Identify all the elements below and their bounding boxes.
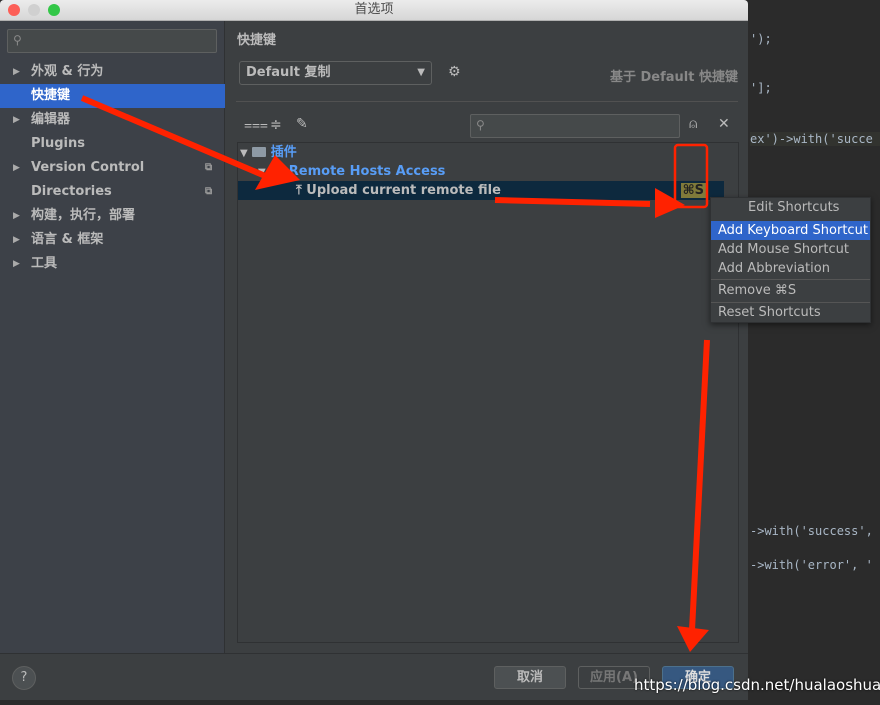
preferences-dialog: 首选项 ⚲ ▶ 外观 & 行为 快捷键 ▶ 编辑器 Plugins ▶ Version… (0, 0, 748, 700)
cancel-button[interactable]: 取消 (494, 666, 566, 689)
project-settings-icon: ⧉ (205, 186, 213, 197)
sidebar-item-editor[interactable]: ▶ 编辑器 (0, 108, 225, 132)
clear-filter-icon[interactable]: ✕ (718, 116, 730, 132)
gear-icon[interactable]: ⚙ (448, 64, 461, 80)
expand-arrow-icon: ▶ (13, 235, 20, 245)
minimize-window-button[interactable] (28, 4, 40, 16)
menu-header: Edit Shortcuts (748, 200, 840, 215)
collapse-all-icon[interactable]: ≑ (270, 117, 282, 133)
zoom-window-button[interactable] (48, 4, 60, 16)
tree-node-upload-action[interactable]: ⤒ Upload current remote file ⌘S (238, 181, 724, 200)
page-title: 快捷键 (237, 33, 277, 48)
sidebar-item-build[interactable]: ▶ 构建，执行，部署 (0, 204, 225, 228)
expand-arrow-icon: ▶ (13, 211, 20, 221)
menu-separator (711, 279, 870, 280)
code-line: ->with('success', (750, 524, 873, 538)
collapse-arrow-icon: ▼ (258, 167, 266, 178)
find-by-shortcut-icon[interactable]: ⍝ (689, 116, 697, 132)
expand-arrow-icon: ▶ (13, 115, 20, 125)
context-menu: Edit Shortcuts Add Keyboard Shortcut Add… (710, 197, 871, 323)
menu-item-reset-shortcuts[interactable]: Reset Shortcuts (711, 303, 870, 322)
watermark: https://blog.csdn.net/hualaoshuan (634, 676, 880, 694)
project-settings-icon: ⧉ (205, 162, 213, 173)
help-button[interactable]: ? (12, 666, 36, 690)
search-icon: ⚲ (476, 118, 485, 132)
action-search-input[interactable]: ⚲ (470, 114, 680, 138)
chevron-down-icon: ▼ (417, 67, 425, 78)
sidebar-item-directories[interactable]: Directories ⧉ (0, 180, 225, 204)
code-editor-background: '); ']; ex')->with('succe ->with('succes… (748, 0, 880, 705)
expand-all-icon[interactable]: ⩶ (244, 117, 268, 133)
expand-arrow-icon: ▶ (13, 259, 20, 269)
edit-pencil-icon[interactable]: ✎ (296, 116, 308, 132)
sidebar-item-version-control[interactable]: ▶ Version Control ⧉ (0, 156, 225, 180)
tree-node-plugins[interactable]: ▼ 插件 (238, 143, 724, 162)
expand-arrow-icon: ▶ (13, 163, 20, 173)
upload-icon: ⤒ (296, 183, 302, 198)
based-on-label: 基于 Default 快捷键 (609, 70, 738, 85)
tree-node-remote-hosts[interactable]: ▼ Remote Hosts Access (238, 162, 724, 181)
close-window-button[interactable] (8, 4, 20, 16)
sidebar-item-appearance[interactable]: ▶ 外观 & 行为 (0, 60, 225, 84)
code-line: ex')->with('succe (750, 132, 880, 146)
folder-icon (252, 147, 267, 157)
menu-item-add-abbreviation[interactable]: Add Abbreviation (711, 259, 870, 278)
menu-item-add-mouse-shortcut[interactable]: Add Mouse Shortcut (711, 240, 870, 259)
menu-item-remove-shortcut[interactable]: Remove ⌘S (711, 281, 870, 300)
keymap-tree: ▼ 插件 ▼ Remote Hosts Access ⤒ Upload curr… (237, 142, 739, 643)
search-icon: ⚲ (13, 33, 22, 47)
settings-sidebar: ⚲ ▶ 外观 & 行为 快捷键 ▶ 编辑器 Plugins ▶ Version Con… (0, 21, 225, 653)
code-line: ']; (750, 81, 772, 95)
sidebar-item-plugins[interactable]: Plugins (0, 132, 225, 156)
sidebar-search-input[interactable]: ⚲ (7, 29, 217, 53)
sidebar-item-keymap[interactable]: 快捷键 (0, 84, 225, 108)
collapse-arrow-icon: ▼ (240, 148, 248, 159)
code-line: '); (750, 32, 772, 46)
sidebar-item-tools[interactable]: ▶ 工具 (0, 252, 225, 276)
code-line: ->with('error', ' (750, 558, 873, 572)
folder-icon (270, 166, 285, 176)
divider (236, 101, 738, 102)
shortcut-badge: ⌘S (680, 183, 706, 198)
title-bar: 首选项 (0, 0, 748, 21)
keymap-dropdown[interactable]: Default 复制 ▼ (239, 61, 432, 85)
menu-item-add-keyboard-shortcut[interactable]: Add Keyboard Shortcut (711, 221, 870, 240)
window-title: 首选项 (354, 2, 394, 17)
expand-arrow-icon: ▶ (13, 67, 20, 77)
sidebar-item-languages[interactable]: ▶ 语言 & 框架 (0, 228, 225, 252)
